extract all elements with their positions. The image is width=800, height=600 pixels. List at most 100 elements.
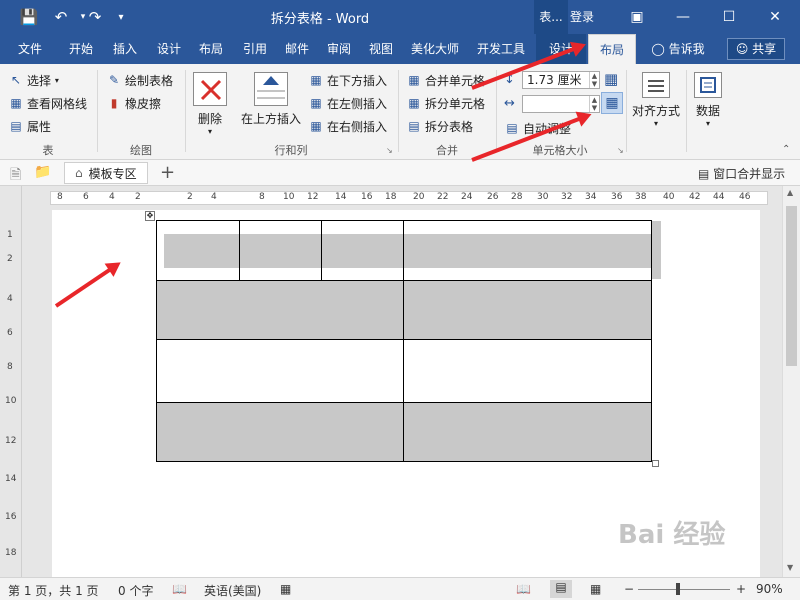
column-width-spinner[interactable]: ▲ ▼ [589, 96, 599, 112]
tell-me[interactable]: ◯ 告诉我 [646, 34, 710, 64]
tab-template-zone[interactable]: ⌂ 模板专区 [64, 162, 148, 184]
context-tab-label: 表... [534, 0, 568, 34]
collapse-ribbon-icon[interactable]: ⌃ [782, 144, 790, 155]
split-cells-button[interactable]: ▦ 拆分单元格 [406, 93, 485, 113]
ruler-tick: 22 [437, 192, 449, 202]
watermark-text: Bai 经验 [618, 520, 726, 550]
vertical-scrollbar[interactable]: ▲ ▼ [782, 186, 800, 577]
table-cell[interactable] [321, 220, 404, 281]
tab-beautify[interactable]: 美化大师 [404, 34, 466, 64]
tab-review[interactable]: 审阅 [318, 34, 360, 64]
row-height-input[interactable]: 1.73 厘米 ▲ ▼ [522, 71, 600, 89]
table-cell[interactable] [403, 280, 652, 340]
insert-above-button[interactable]: 在上方插入 [238, 72, 304, 127]
tab-view[interactable]: 视图 [360, 34, 402, 64]
properties-button[interactable]: ▤ 属性 [8, 116, 51, 136]
maximize-button[interactable]: ☐ [706, 0, 752, 34]
insert-left-button[interactable]: ▦ 在左侧插入 [308, 93, 387, 113]
folder-icon[interactable]: 📁 [34, 164, 51, 180]
page-count[interactable]: 第 1 页，共 1 页 [8, 582, 99, 599]
ruler-tick: 28 [511, 192, 523, 202]
table-cell[interactable] [239, 220, 322, 281]
read-mode-icon[interactable]: 📖 [516, 582, 531, 596]
data-button[interactable]: 数据 ▾ [690, 72, 726, 128]
distribute-columns-icon[interactable]: ▦ [601, 92, 623, 114]
scrollbar-thumb[interactable] [786, 206, 797, 366]
tab-references[interactable]: 引用 [234, 34, 276, 64]
close-button[interactable]: ✕ [752, 0, 798, 34]
table-cell[interactable] [156, 339, 404, 403]
zoom-slider[interactable] [638, 589, 730, 590]
select-button[interactable]: ↖ 选择 ▾ [8, 70, 59, 90]
tab-developer[interactable]: 开发工具 [470, 34, 532, 64]
data-icon [694, 72, 722, 98]
ruler-tick: 4 [109, 192, 115, 202]
table-cell[interactable] [156, 402, 404, 462]
table-cell[interactable] [403, 339, 652, 403]
group-label-table: 表 [42, 144, 54, 157]
table-move-handle-icon[interactable]: ✥ [145, 211, 155, 221]
table-cell[interactable] [156, 280, 404, 340]
print-layout-icon[interactable]: ▤ [550, 580, 572, 598]
add-tab-icon[interactable]: + [160, 162, 175, 183]
minimize-button[interactable]: — [660, 0, 706, 34]
web-layout-icon[interactable]: ▦ [590, 582, 601, 596]
split-table-label: 拆分表格 [425, 119, 474, 134]
share-button[interactable]: ☺ 共享 [727, 38, 785, 60]
table-cell[interactable] [156, 220, 240, 281]
document-table[interactable] [156, 220, 652, 462]
new-doc-icon[interactable]: 🗎 [10, 164, 21, 188]
tab-table-layout[interactable]: 布局 [588, 34, 636, 64]
word-count[interactable]: 0 个字 [118, 582, 153, 599]
ruler-tick: 10 [283, 192, 295, 202]
table-cell[interactable] [403, 220, 652, 281]
macro-icon[interactable]: ▦ [280, 582, 291, 596]
draw-table-button[interactable]: ✎ 绘制表格 [106, 70, 173, 90]
zoom-level[interactable]: 90% [756, 582, 783, 596]
split-table-button[interactable]: ▤ 拆分表格 [406, 116, 473, 136]
alignment-button[interactable]: 对齐方式 ▾ [630, 72, 682, 128]
ruler-tick: 12 [5, 436, 17, 446]
distribute-rows-icon[interactable]: ▦ [604, 70, 618, 88]
insert-below-button[interactable]: ▦ 在下方插入 [308, 70, 387, 90]
eraser-button[interactable]: ▮ 橡皮擦 [106, 93, 161, 113]
rows-columns-launcher-icon[interactable]: ↘ [386, 146, 393, 155]
merge-window-button[interactable]: ▤ 窗口合并显示 [698, 165, 785, 182]
ruler-tick: 6 [83, 192, 89, 202]
tab-layout[interactable]: 布局 [190, 34, 232, 64]
ruler-tick: 4 [211, 192, 217, 202]
tab-mailings[interactable]: 邮件 [276, 34, 318, 64]
ruler-tick: 10 [5, 396, 17, 406]
ruler-tick: 16 [361, 192, 373, 202]
group-label-rows-columns: 行和列 [274, 144, 308, 157]
zoom-slider-thumb[interactable] [676, 583, 680, 595]
ruler-tick: 2 [7, 254, 13, 264]
insert-right-button[interactable]: ▦ 在右侧插入 [308, 116, 387, 136]
table-resize-handle-icon[interactable] [652, 460, 659, 467]
tab-home[interactable]: 开始 [60, 34, 102, 64]
proofing-icon[interactable]: 📖 [172, 582, 187, 596]
ribbon-display-icon[interactable]: ▣ [614, 0, 660, 34]
home-icon: ⌂ [75, 166, 83, 180]
insert-below-icon: ▦ [310, 73, 322, 87]
login-link[interactable]: 登录 [570, 8, 594, 25]
ruler-tick: 4 [7, 294, 13, 304]
zoom-out-icon[interactable]: − [624, 582, 634, 596]
split-cells-label: 拆分单元格 [425, 96, 486, 111]
row-height-spinner[interactable]: ▲ ▼ [589, 72, 599, 88]
delete-button[interactable]: 删除 ▾ [190, 72, 230, 136]
ribbon-tabs: 文件 开始 插入 设计 布局 引用 邮件 审阅 视图 美化大师 开发工具 设计 … [0, 34, 800, 64]
scroll-down-icon[interactable]: ▼ [787, 563, 793, 572]
scroll-up-icon[interactable]: ▲ [787, 188, 793, 197]
language-indicator[interactable]: 英语(美国) [204, 582, 261, 599]
zoom-in-icon[interactable]: + [736, 582, 746, 596]
delete-table-icon [193, 72, 227, 106]
tab-design[interactable]: 设计 [148, 34, 190, 64]
ruler-tick: 30 [537, 192, 549, 202]
tab-insert[interactable]: 插入 [104, 34, 146, 64]
view-gridlines-button[interactable]: ▦ 查看网格线 [8, 93, 87, 113]
insert-left-icon: ▦ [310, 96, 322, 110]
cell-size-launcher-icon[interactable]: ↘ [617, 146, 624, 155]
tab-file[interactable]: 文件 [6, 34, 54, 64]
table-cell[interactable] [403, 402, 652, 462]
